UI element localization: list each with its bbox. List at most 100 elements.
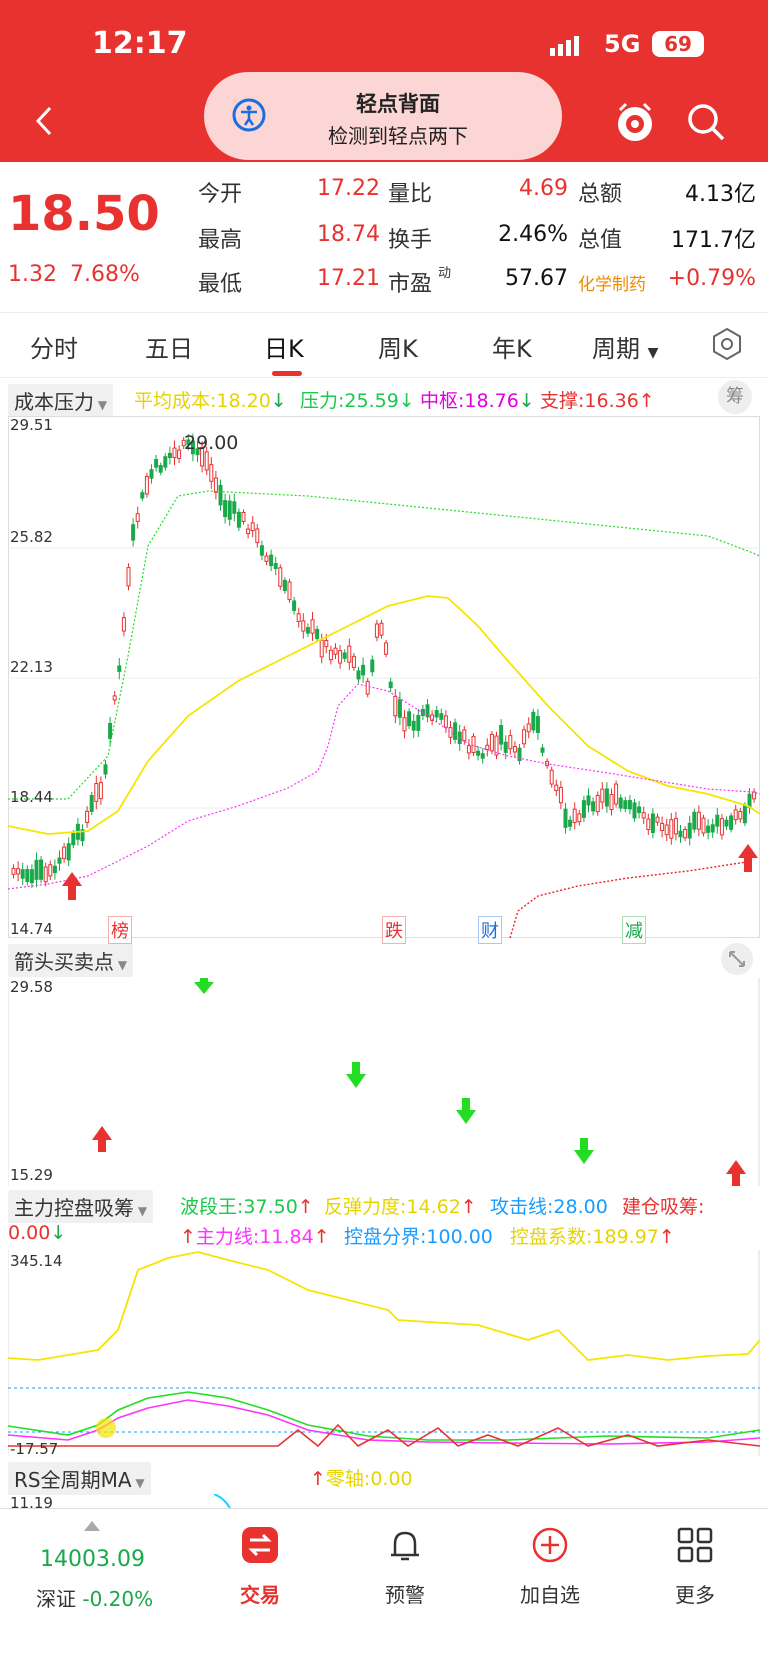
- nav-more-label: 更多: [675, 1583, 715, 1607]
- control-chart: [8, 1250, 760, 1456]
- quote-label: 最高: [198, 228, 243, 253]
- quote-value: 4.69: [519, 176, 568, 201]
- candle-body: [388, 681, 393, 689]
- rs-selector[interactable]: RS全周期MA ▼: [8, 1462, 151, 1495]
- up-arrow-5: ↑: [313, 1226, 330, 1248]
- candle-body: [25, 868, 30, 882]
- candle-body: [264, 555, 269, 562]
- avg-cost-text: 平均成本:18.20: [134, 390, 271, 412]
- candle-body: [439, 713, 444, 720]
- add-circle-icon: [532, 1527, 568, 1563]
- candle-body: [48, 864, 53, 877]
- expand-icon[interactable]: [720, 942, 754, 976]
- search-icon[interactable]: [686, 102, 726, 142]
- cost-pressure-selector[interactable]: 成本压力 ▼: [8, 384, 114, 417]
- candle-body: [549, 769, 554, 785]
- candle-body: [34, 859, 39, 880]
- sell-arrow-icon-2: [346, 1062, 366, 1088]
- notification-subtitle: 检测到轻点两下: [328, 124, 468, 148]
- tag-finance[interactable]: 财: [478, 916, 502, 944]
- candle-body: [108, 722, 113, 739]
- back-icon[interactable]: [28, 104, 62, 138]
- up-arrow-4: ↑: [180, 1226, 196, 1248]
- candle-body: [315, 628, 320, 640]
- quote-label: 市盈: [388, 272, 433, 297]
- nav-alert-label: 预警: [385, 1583, 425, 1607]
- up-arrow-7: ↑: [310, 1468, 326, 1490]
- candle-body: [236, 511, 241, 528]
- index-value[interactable]: 14003.09: [40, 1547, 145, 1572]
- tab-daily-k[interactable]: 日K: [264, 329, 304, 364]
- quote-label: 量比: [388, 182, 433, 207]
- coin-icon: [96, 1418, 116, 1438]
- tag-drop[interactable]: 跌: [382, 916, 406, 944]
- control-selector[interactable]: 主力控盘吸筹 ▼: [8, 1190, 154, 1223]
- candle-body: [361, 664, 366, 676]
- index-info[interactable]: 深证 -0.20%: [36, 1583, 153, 1612]
- buy-arrow-icon-1: [92, 1126, 112, 1152]
- tab-period[interactable]: 周期 ▼: [592, 329, 658, 364]
- candle-body: [328, 649, 333, 661]
- control-coef-indicator: 控盘系数:189.97↑: [510, 1222, 675, 1249]
- candle-body: [292, 600, 297, 611]
- rebound-text: 反弹力度:14.62: [324, 1196, 461, 1218]
- candle-body: [89, 794, 94, 812]
- candle-body: [738, 811, 743, 820]
- candle-body: [503, 741, 508, 753]
- candle-body: [112, 695, 117, 701]
- candle-body: [581, 800, 586, 818]
- candle-body: [158, 465, 163, 473]
- control-y-top: 345.14: [10, 1252, 63, 1270]
- tab-weekly-k[interactable]: 周K: [378, 329, 418, 364]
- tab-intraday[interactable]: 分时: [30, 329, 78, 364]
- arrow-signal-selector[interactable]: 箭头买卖点 ▼: [8, 944, 134, 977]
- candle-body: [650, 813, 655, 833]
- nav-trade[interactable]: 交易: [210, 1527, 310, 1647]
- candle-body: [370, 659, 375, 673]
- chip-button[interactable]: 筹: [718, 380, 752, 414]
- candle-body: [126, 567, 131, 587]
- candle-body: [729, 815, 734, 830]
- tag-list[interactable]: 榜: [108, 916, 132, 944]
- y-axis-4: 18.44: [10, 788, 53, 806]
- candle-body: [706, 825, 711, 833]
- tab-yearly-k[interactable]: 年K: [492, 329, 532, 364]
- nav-alert[interactable]: 预警: [355, 1527, 455, 1647]
- candle-body: [167, 452, 172, 459]
- support-text: 支撑:16.36: [540, 390, 639, 412]
- candle-body: [204, 451, 209, 471]
- candle-body: [11, 867, 16, 875]
- quote-value: 17.22: [317, 176, 380, 201]
- quote-label: 最低: [198, 272, 243, 297]
- tag-reduce[interactable]: 减: [622, 916, 646, 944]
- candle-body: [319, 639, 324, 658]
- notification-title: 轻点背面: [356, 92, 440, 116]
- tab-five-day[interactable]: 五日: [145, 329, 193, 364]
- candle-body: [347, 645, 352, 663]
- candle-body: [393, 695, 398, 717]
- nav-more[interactable]: 更多: [645, 1527, 745, 1647]
- candlestick-chart[interactable]: [8, 416, 760, 938]
- candle-body: [678, 830, 683, 838]
- candle-body: [499, 725, 504, 745]
- mascot-icon[interactable]: [614, 100, 656, 144]
- index-name: 深证: [36, 1587, 76, 1611]
- arrow-y-bottom: 15.29: [10, 1166, 53, 1184]
- candle-body: [733, 809, 738, 821]
- candle-body: [683, 829, 688, 839]
- nav-add-watchlist[interactable]: 加自选: [500, 1527, 600, 1647]
- candle-body: [324, 640, 329, 648]
- up-arrow-2: ↑: [297, 1196, 314, 1218]
- build-indicator: 建仓吸筹:: [622, 1192, 704, 1219]
- candle-body: [71, 833, 76, 846]
- candle-body: [140, 492, 145, 499]
- index-change: -0.20%: [82, 1587, 154, 1611]
- settings-hexagon-icon[interactable]: [710, 327, 744, 361]
- candle-body: [623, 800, 628, 810]
- control-boundary-indicator: 控盘分界:100.00: [344, 1222, 493, 1249]
- candle-body: [434, 710, 439, 718]
- chevron-down-icon: ▼: [647, 345, 659, 361]
- period-tabs: 分时 五日 日K 周K 年K 周期 ▼: [0, 312, 768, 378]
- quote-value: 4.13亿: [685, 182, 756, 207]
- candle-body: [568, 819, 573, 827]
